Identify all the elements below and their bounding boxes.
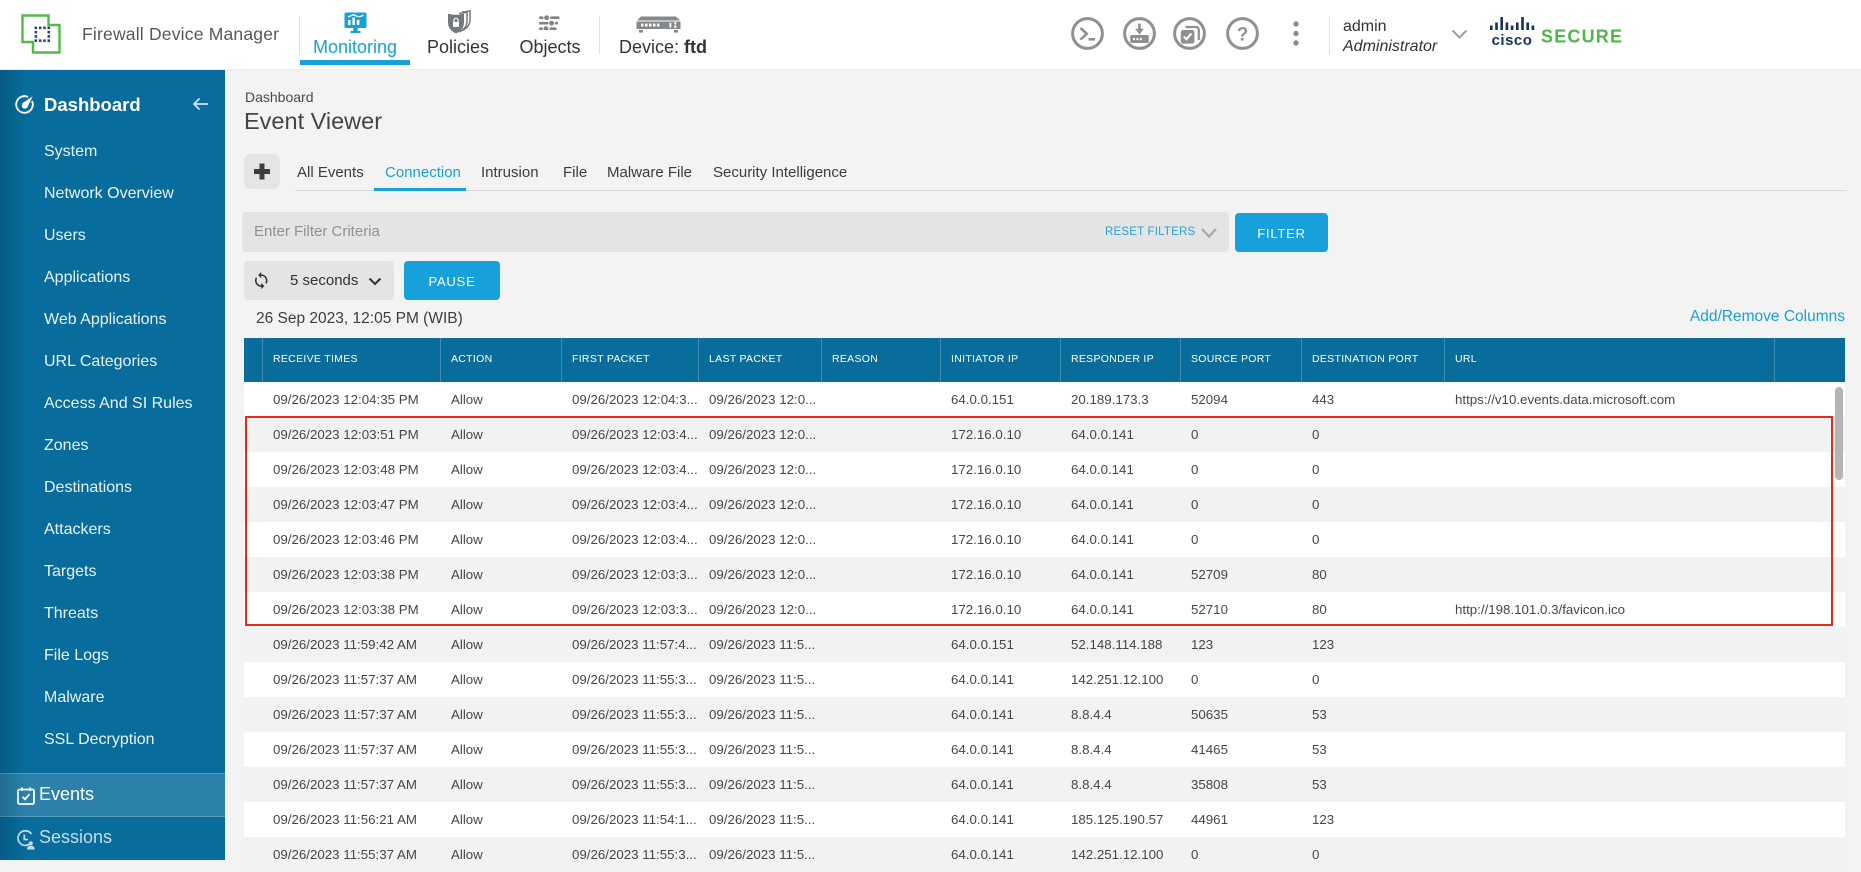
svg-text:SECURE: SECURE <box>1541 27 1623 47</box>
svg-text:?: ? <box>1237 25 1249 46</box>
svg-text:cisco: cisco <box>1492 32 1533 48</box>
